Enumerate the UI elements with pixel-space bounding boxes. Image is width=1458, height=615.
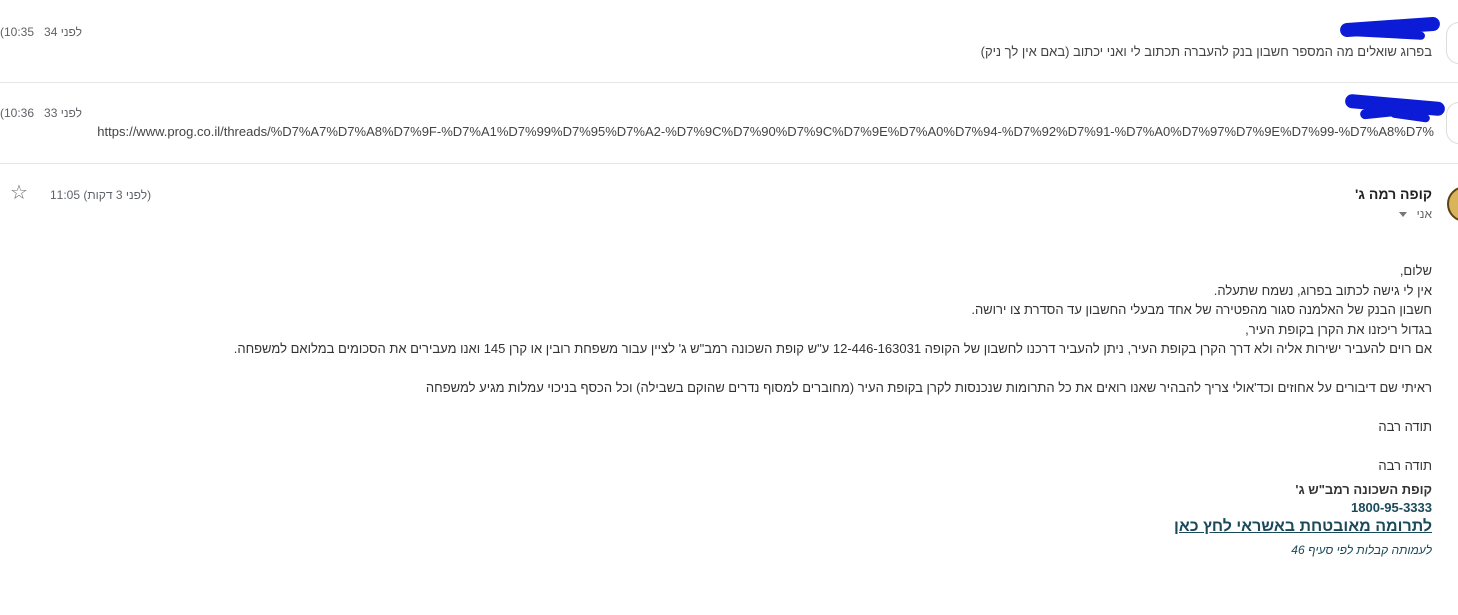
body-line [234, 437, 1432, 457]
body-line [234, 398, 1432, 418]
star-icon[interactable]: ☆ [10, 183, 28, 203]
message-snippet[interactable]: https://www.prog.co.il/threads/%D7%A7%D7… [97, 124, 1434, 139]
body-line: תודה רבה [1378, 458, 1432, 473]
avatar[interactable] [1446, 102, 1458, 144]
body-line: שלום, [1399, 263, 1432, 278]
sender-avatar[interactable] [1447, 186, 1458, 222]
avatar[interactable] [1446, 22, 1458, 64]
body-line: אם רוים להעביר ישירות אליה ולא דרך הקרן … [233, 341, 1432, 356]
body-line: תודה רבה [1378, 419, 1432, 434]
signature-note: לעמותה קבלות לפי סעיף 46 [1291, 543, 1432, 557]
recipient-label: אני [1416, 207, 1432, 221]
signature-phone: 1800-95-3333 [1351, 500, 1432, 515]
sender-name: קופה רמה ג' [1354, 186, 1432, 202]
time-value: 10:36 [4, 106, 35, 120]
message-snippet[interactable]: בפרוג שואלים מה המספר חשבון בנק להעברה ת… [981, 44, 1432, 59]
time-value: 10:35 [4, 25, 35, 39]
donate-link[interactable]: לתרומה מאובטחת באשראי לחץ כאן [1174, 518, 1432, 536]
message-divider [0, 163, 1458, 164]
signature-org: קופת השכונה רמב"ש ג' [1295, 482, 1432, 497]
recipient-line[interactable]: אני [1399, 207, 1432, 221]
body-line: חשבון הבנק של האלמנה סגור מהפטירה של אחד… [971, 302, 1432, 317]
message-divider [0, 82, 1458, 83]
message-time: (לפני 34 10:35 [0, 25, 82, 39]
message-time: 11:05 (לפני 3 דקות) [50, 188, 152, 202]
message-time: (לפני 33 10:36 [0, 106, 82, 120]
body-line: בגדול ריכזנו את הקרן בקופת העיר, [1245, 321, 1432, 337]
message-body: שלום, אין לי גישה לכתוב בפרוג, נשמח שתעל… [234, 261, 1432, 476]
body-line [234, 359, 1432, 379]
chevron-down-icon[interactable] [1399, 212, 1408, 218]
body-line: ראיתי שם דיבורים על אחוזים וכד'אולי צריך… [425, 380, 1432, 395]
body-line: אין לי גישה לכתוב בפרוג, נשמח שתעלה. [1213, 282, 1432, 298]
message-snippet-clip: https://www.prog.co.il/threads/%D7%A7%D7… [60, 124, 1434, 142]
